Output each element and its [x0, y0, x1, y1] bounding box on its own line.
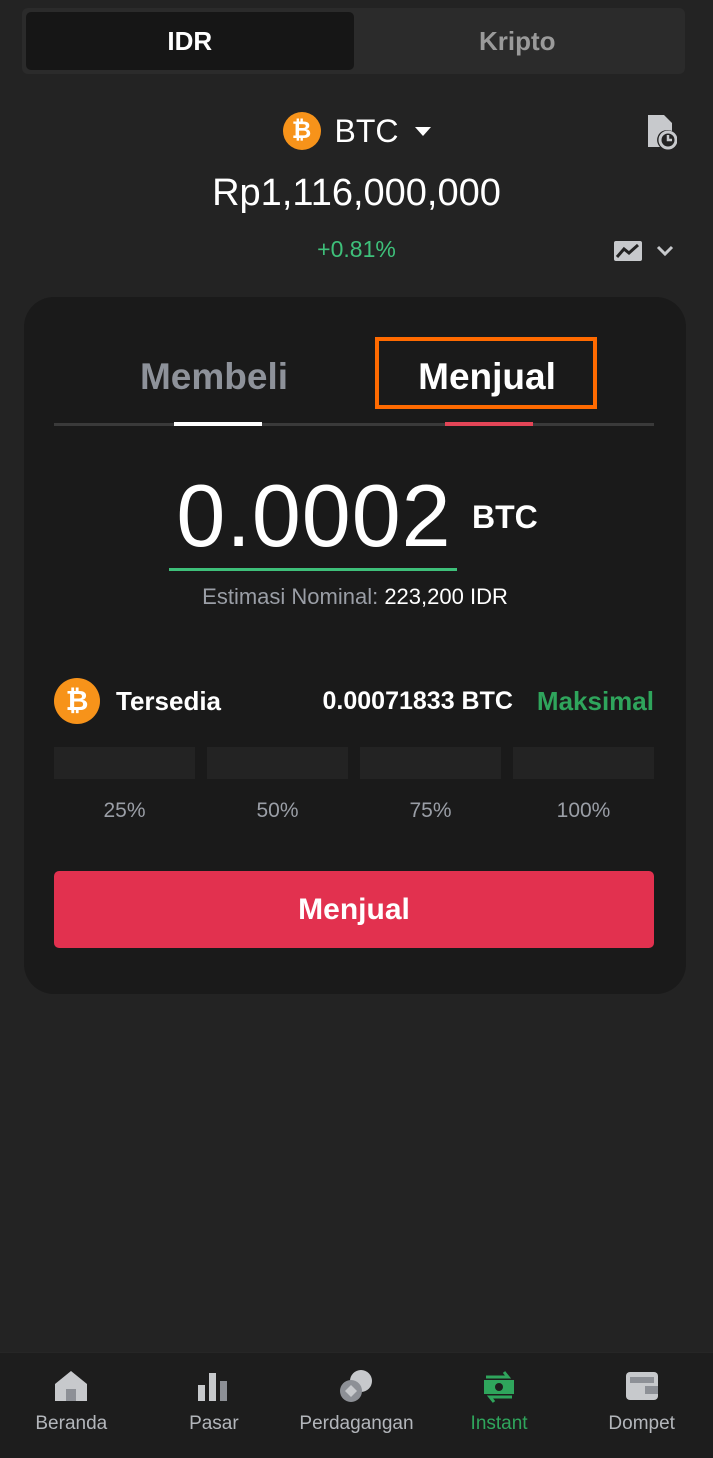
nav-label: Dompet: [608, 1413, 675, 1434]
sell-tab-indicator: [445, 422, 533, 426]
chevron-down-icon: [414, 126, 431, 136]
percent-option-100[interactable]: 100%: [513, 799, 654, 823]
price-change: +0.81%: [317, 236, 396, 262]
coin-symbol: BTC: [334, 112, 399, 149]
buy-tab-indicator: [174, 422, 262, 426]
instant-exchange-icon: [484, 1371, 515, 1403]
tab-divider: [54, 423, 654, 426]
estimate-nominal: Estimasi Nominal: 223,200 IDR: [24, 584, 686, 610]
chart-icon: [614, 241, 642, 261]
available-balance: ₿ Tersedia 0.00071833 BTC Maksimal: [54, 678, 654, 724]
percent-bar-25[interactable]: [54, 747, 195, 779]
btc-logo-icon: ₿: [282, 112, 321, 150]
order-history-icon[interactable]: [645, 113, 677, 151]
nav-label: Beranda: [35, 1413, 108, 1434]
coin-selector[interactable]: ₿ BTC: [0, 108, 713, 154]
available-value: 0.00071833 BTC: [322, 686, 513, 715]
percent-option-50[interactable]: 50%: [207, 799, 348, 823]
max-button[interactable]: Maksimal: [537, 686, 654, 717]
percent-slider: [54, 747, 654, 779]
market-bars-icon: [197, 1373, 227, 1401]
nav-label: Instant: [470, 1413, 528, 1434]
nav-item-perdagangan[interactable]: Perdagangan: [285, 1353, 428, 1458]
available-label: Tersedia: [116, 685, 222, 716]
sell-tab-highlight: [375, 337, 597, 409]
nav-label: Perdagangan: [299, 1413, 414, 1434]
nav-item-beranda[interactable]: Beranda: [0, 1353, 143, 1458]
btc-logo-icon: ₿: [54, 678, 100, 724]
bottom-nav: Beranda Pasar Perdagangan Instant Dompet: [0, 1352, 713, 1458]
wallet-icon: [625, 1372, 658, 1400]
tab-kripto[interactable]: Kripto: [354, 12, 682, 70]
amount-underline: [169, 568, 457, 571]
percent-option-25[interactable]: 25%: [54, 799, 195, 823]
currency-toggle: IDR Kripto: [22, 8, 685, 74]
chart-toggle[interactable]: [613, 236, 677, 266]
percent-option-75[interactable]: 75%: [360, 799, 501, 823]
coin-price: Rp1,116,000,000: [212, 172, 501, 214]
nav-item-dompet[interactable]: Dompet: [570, 1353, 713, 1458]
amount-unit: BTC: [472, 499, 538, 535]
estimate-value: 223,200 IDR: [378, 584, 508, 609]
percent-bar-75[interactable]: [360, 747, 501, 779]
nav-item-instant[interactable]: Instant: [428, 1353, 571, 1458]
percent-labels: 25% 50% 75% 100%: [54, 799, 654, 823]
tab-buy[interactable]: Membeli: [114, 337, 314, 417]
sell-button[interactable]: Menjual: [54, 871, 654, 948]
nav-item-pasar[interactable]: Pasar: [143, 1353, 286, 1458]
tab-idr[interactable]: IDR: [26, 12, 354, 70]
percent-bar-100[interactable]: [513, 747, 654, 779]
trade-card: Membeli Menjual 0.0002 BTC Estimasi Nomi…: [24, 297, 686, 994]
home-icon: [55, 1371, 88, 1401]
percent-bar-50[interactable]: [207, 747, 348, 779]
chevron-down-icon: [656, 245, 674, 257]
amount-input[interactable]: 0.0002: [169, 465, 459, 567]
estimate-label: Estimasi Nominal:: [202, 584, 379, 609]
trade-coins-icon: [340, 1370, 373, 1402]
nav-label: Pasar: [189, 1413, 239, 1434]
